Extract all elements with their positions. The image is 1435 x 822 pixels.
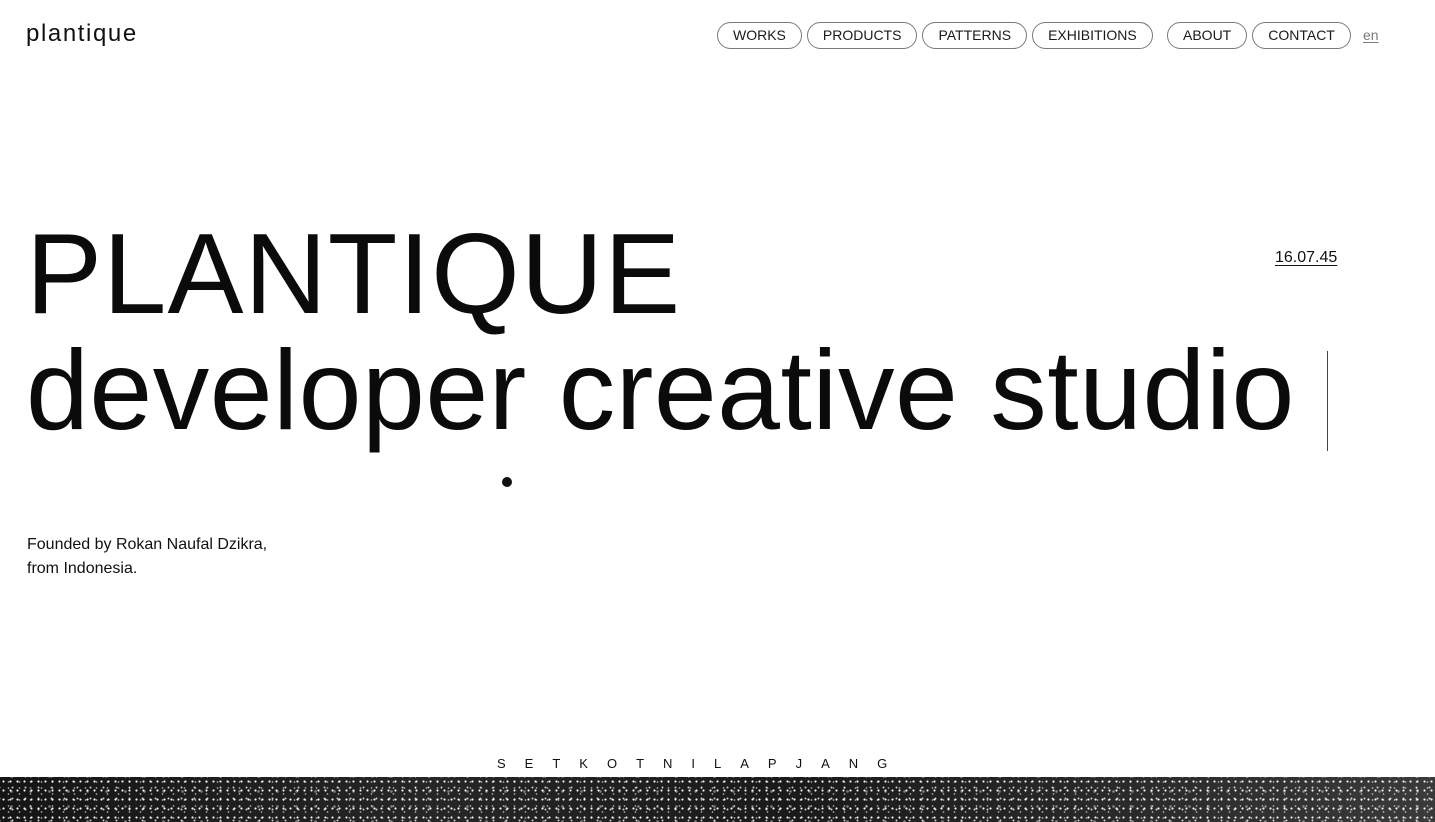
nav-patterns-button[interactable]: PATTERNS	[922, 22, 1028, 49]
page: plantique WORKS PRODUCTS PATTERNS EXHIBI…	[0, 0, 1435, 822]
primary-nav: WORKS PRODUCTS PATTERNS EXHIBITIONS	[717, 22, 1158, 49]
nav-about-button[interactable]: ABOUT	[1167, 22, 1248, 49]
founder-line-2: from Indonesia.	[27, 560, 138, 577]
hero-title: PLANTIQUE	[26, 211, 682, 338]
language-switch-link[interactable]: en	[1363, 27, 1379, 43]
site-logo[interactable]: plantique	[26, 20, 138, 48]
starfield-image	[0, 777, 1435, 822]
letter-ticker: SETKOTNILAPJANG	[497, 756, 907, 771]
secondary-nav: ABOUT CONTACT	[1167, 22, 1356, 49]
typing-caret	[1327, 351, 1328, 451]
cursor-dot	[502, 477, 512, 487]
founder-line-1: Founded by Rokan Naufal Dzikra,	[27, 536, 268, 553]
nav-exhibitions-button[interactable]: EXHIBITIONS	[1032, 22, 1153, 49]
clock-display: 16.07.45	[1275, 249, 1338, 266]
nav-works-button[interactable]: WORKS	[717, 22, 802, 49]
hero-subtitle: developer creative studio	[26, 327, 1295, 453]
nav-products-button[interactable]: PRODUCTS	[806, 22, 918, 49]
nav-contact-button[interactable]: CONTACT	[1252, 22, 1351, 49]
founder-text: Founded by Rokan Naufal Dzikra, from Ind…	[27, 533, 267, 581]
